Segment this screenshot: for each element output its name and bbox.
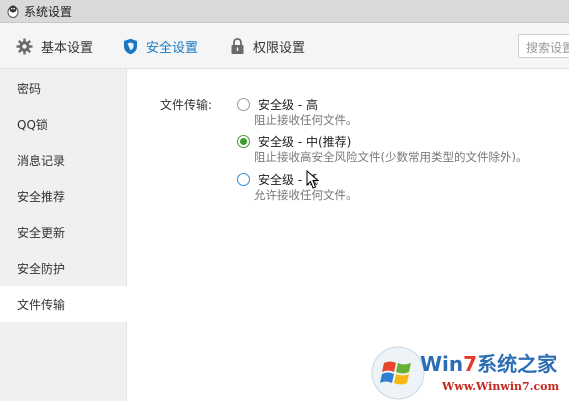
sidebar-item-label: 安全推荐 <box>17 189 66 204</box>
lock-icon <box>231 37 244 54</box>
brand-seven: 7 <box>463 352 478 376</box>
radio-button[interactable] <box>237 173 250 186</box>
tab-basic-settings-label: 基本设置 <box>41 40 94 56</box>
radio-description: 阻止接收任何文件。 <box>254 113 358 127</box>
file-transfer-label: 文件传输: <box>160 98 213 112</box>
sidebar-item-message-history[interactable]: 消息记录 <box>0 142 127 178</box>
sidebar-item-security-protection[interactable]: 安全防护 <box>0 250 127 286</box>
radio-button-checked[interactable] <box>237 135 250 148</box>
watermark-brand: Win7系统之家 <box>420 348 557 377</box>
tab-permission-settings-label: 权限设置 <box>253 40 306 56</box>
tab-security-settings-label: 安全设置 <box>146 40 199 56</box>
radio-description: 阻止接收高安全风险文件(少数常用类型的文件除外)。 <box>254 150 528 164</box>
sidebar-item-password[interactable]: 密码 <box>0 70 127 106</box>
sidebar-item-label: 安全更新 <box>17 225 66 240</box>
sidebar-item-security-recommend[interactable]: 安全推荐 <box>0 178 127 214</box>
sidebar-item-label: 消息记录 <box>17 153 66 168</box>
brand-prefix: Win <box>420 352 464 376</box>
tab-basic-settings[interactable]: 基本设置 <box>16 23 93 69</box>
radio-button[interactable] <box>237 98 250 111</box>
radio-label: 安全级 - 中(推荐) <box>258 135 352 149</box>
top-nav: 基本设置 安全设置 权限设置 搜索设置 <box>0 23 569 69</box>
gear-icon <box>16 38 33 54</box>
radio-label: 安全级 - 高 <box>258 98 318 112</box>
sidebar-item-label: 安全防护 <box>17 261 66 276</box>
radio-security-medium[interactable]: 安全级 - 中(推荐) <box>237 133 351 150</box>
sidebar-item-label: 密码 <box>17 81 42 96</box>
sidebar: 密码 QQ锁 消息记录 安全推荐 安全更新 安全防护 文件传输 <box>0 69 127 401</box>
radio-security-high[interactable]: 安全级 - 高 <box>237 96 318 113</box>
sidebar-item-security-update[interactable]: 安全更新 <box>0 214 127 250</box>
penguin-icon <box>7 5 19 18</box>
windows-logo-icon <box>371 346 425 400</box>
watermark-url: Www.Winwin7.com <box>442 380 560 393</box>
watermark-logo: Win7系统之家 Www.Winwin7.com <box>370 345 569 401</box>
sidebar-item-label: 文件传输 <box>17 297 66 312</box>
radio-dot <box>240 138 247 145</box>
sidebar-item-file-transfer[interactable]: 文件传输 <box>0 286 127 322</box>
title-bar: 系统设置 <box>0 0 569 23</box>
sidebar-item-qq-lock[interactable]: QQ锁 <box>0 106 127 142</box>
tab-security-settings[interactable]: 安全设置 <box>123 23 198 69</box>
mouse-pointer-icon <box>306 170 320 189</box>
shield-icon <box>124 38 137 54</box>
window-title: 系统设置 <box>24 4 73 19</box>
sidebar-item-label: QQ锁 <box>17 117 48 132</box>
brand-suffix: 系统之家 <box>477 352 558 376</box>
search-input[interactable]: 搜索设置 <box>518 34 569 58</box>
tab-permission-settings[interactable]: 权限设置 <box>230 23 305 69</box>
